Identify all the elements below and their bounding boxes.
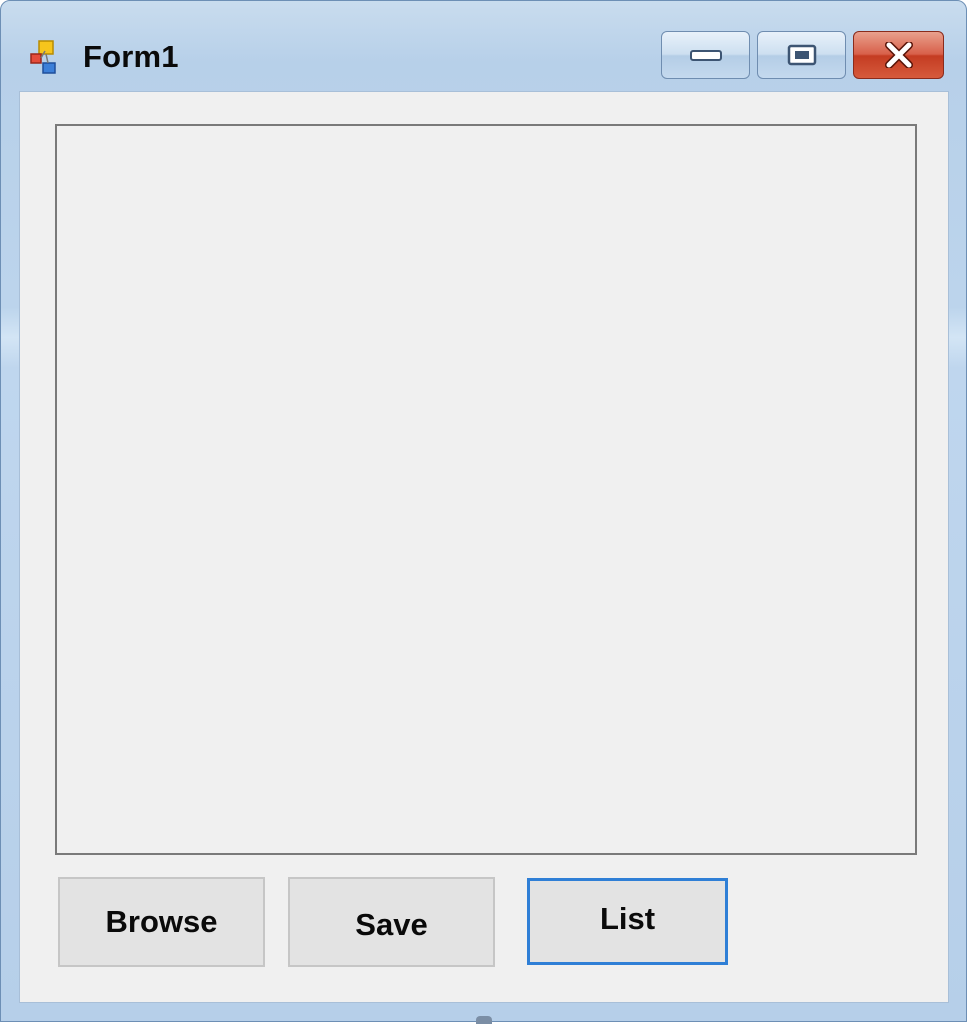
maximize-button[interactable]: [757, 31, 846, 79]
main-textbox[interactable]: [55, 124, 917, 855]
form-client-area: Browse Save List: [19, 91, 949, 1003]
close-button[interactable]: [853, 31, 944, 79]
window-title: Form1: [83, 39, 179, 74]
browse-button[interactable]: Browse: [58, 877, 265, 967]
minimize-button[interactable]: [661, 31, 750, 79]
resize-grip[interactable]: [476, 1016, 492, 1024]
title-bar[interactable]: Form1: [1, 1, 966, 91]
list-button[interactable]: List: [527, 878, 728, 965]
maximize-icon: [787, 44, 816, 66]
windows-form-icon: [30, 40, 56, 74]
save-button[interactable]: Save: [288, 877, 495, 967]
close-icon: [884, 42, 913, 68]
form1-window: Form1 Browse Save List: [0, 0, 967, 1022]
minimize-icon: [689, 50, 722, 61]
